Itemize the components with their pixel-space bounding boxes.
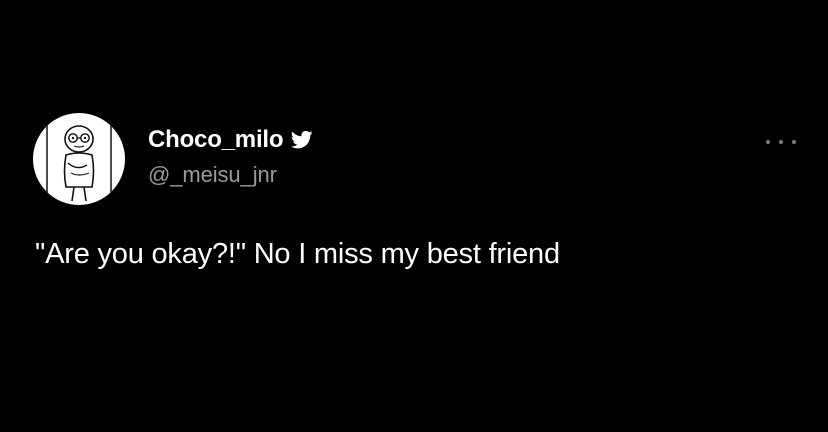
- author-row: Choco_milo: [148, 124, 313, 156]
- twitter-bird-icon: [291, 130, 313, 150]
- author-handle[interactable]: @_meisu_jnr: [148, 162, 277, 188]
- avatar[interactable]: [33, 113, 125, 205]
- cartoon-character-icon: [46, 119, 112, 205]
- tweet-card: Choco_milo @_meisu_jnr "Are you okay?!" …: [0, 0, 828, 432]
- dot: [792, 140, 796, 144]
- dot: [766, 140, 770, 144]
- tweet-text: "Are you okay?!" No I miss my best frien…: [35, 238, 560, 270]
- dot: [779, 140, 783, 144]
- more-options-icon[interactable]: [766, 136, 796, 148]
- display-name[interactable]: Choco_milo: [148, 126, 284, 154]
